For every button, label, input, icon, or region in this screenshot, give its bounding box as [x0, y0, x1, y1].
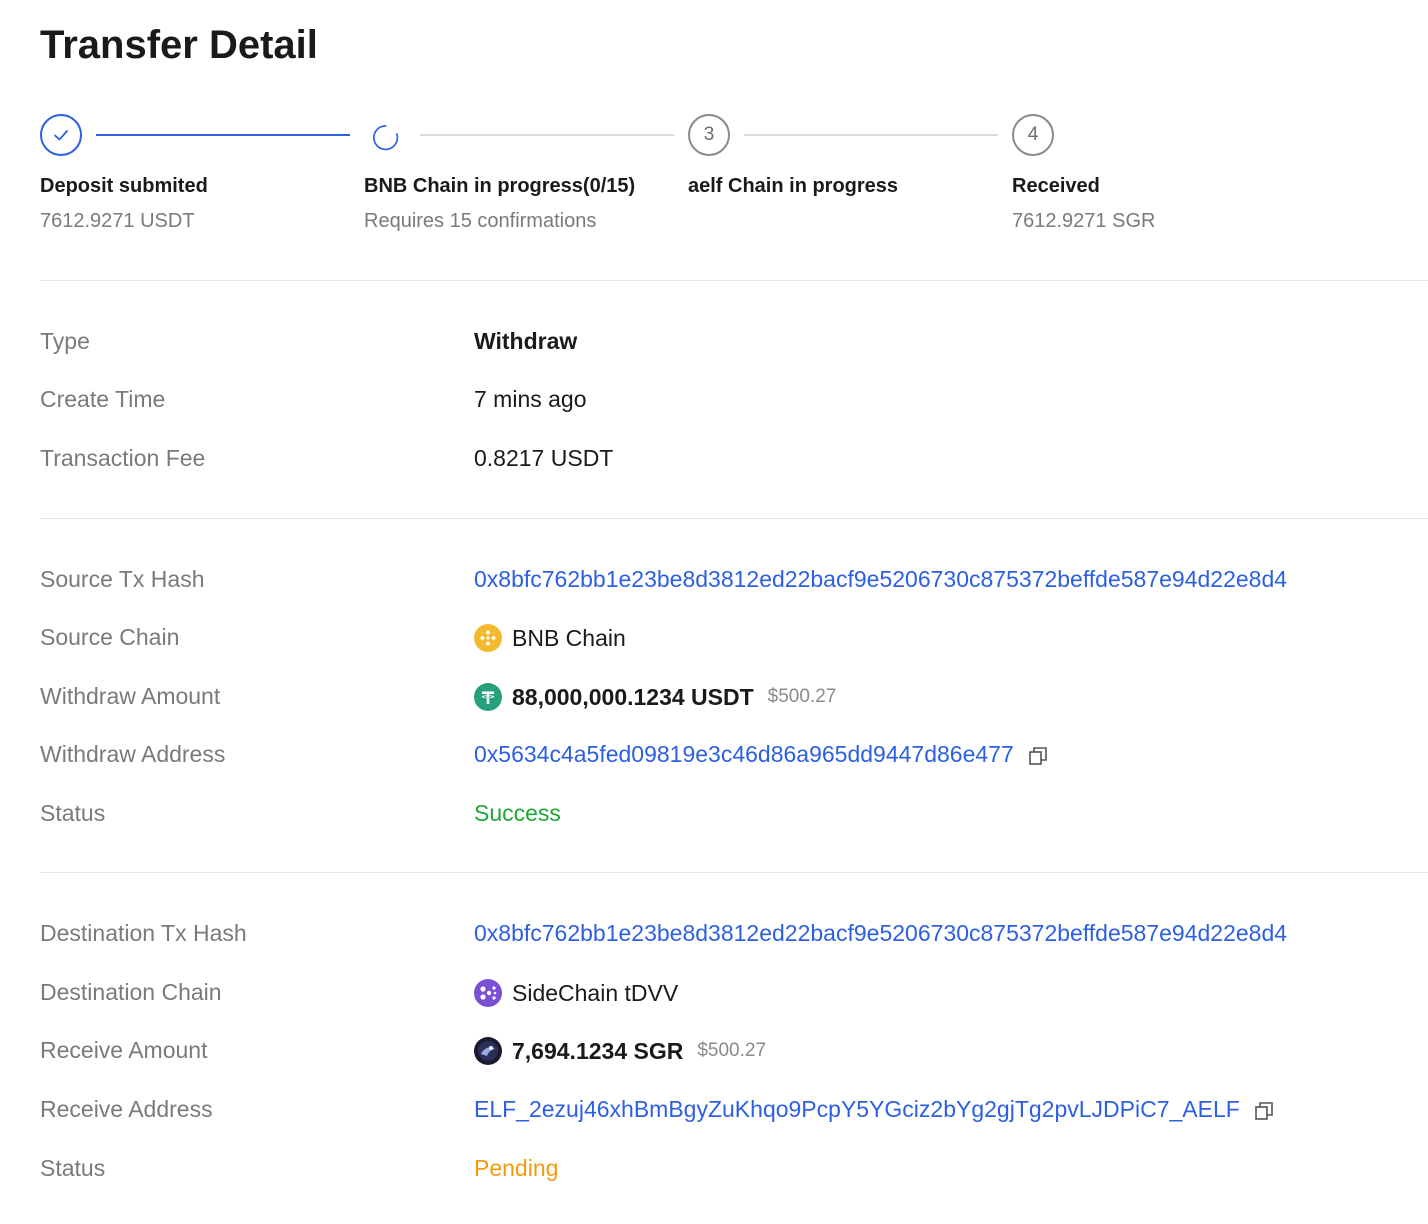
receive-amount: 7,694.1234 SGR — [512, 1037, 684, 1064]
usdt-token-icon — [474, 683, 502, 711]
destination-status-value: Pending — [474, 1155, 559, 1181]
withdraw-amount: 88,000,000.1234 USDT — [512, 683, 754, 710]
withdraw-address-link[interactable]: 0x5634c4a5fed09819e3c46d86a965dd9447d86e… — [474, 741, 1014, 768]
destination-chain-name: SideChain tDVV — [512, 979, 679, 1006]
section-divider — [40, 518, 1428, 519]
destination-tx-hash-row: Destination Tx Hash 0x8bfc762bb1e23be8d3… — [40, 914, 1428, 954]
copy-icon[interactable] — [1028, 745, 1048, 765]
source-status-label: Status — [40, 800, 106, 826]
step-connector — [744, 134, 998, 136]
receive-amount-label: Receive Amount — [40, 1037, 208, 1063]
step-subtitle: Requires 15 confirmations — [364, 210, 597, 232]
withdraw-amount-usd: $500.27 — [767, 686, 837, 707]
source-tx-hash-label: Source Tx Hash — [40, 566, 205, 592]
section-divider — [40, 872, 1428, 873]
step-connector — [420, 134, 674, 136]
create-time-value: 7 mins ago — [474, 386, 587, 412]
transaction-fee-value: 0.8217 USDT — [474, 445, 614, 471]
receive-address-value: ELF_2ezuj46xhBmBgyZuKhqo9PcpY5YGciz2bYg2… — [474, 1096, 1274, 1123]
source-status-value: Success — [474, 800, 561, 826]
progress-steps: Deposit submited 7612.9271 USDT BNB Chai… — [40, 114, 1428, 244]
destination-chain-value: SideChain tDVV — [474, 979, 678, 1007]
destination-chain-row: Destination Chain SideChain tDVV — [40, 973, 1428, 1013]
create-time-label: Create Time — [40, 386, 166, 412]
step-title: Received — [1012, 175, 1100, 197]
source-chain-name: BNB Chain — [512, 624, 626, 651]
withdraw-address-row: Withdraw Address 0x5634c4a5fed09819e3c46… — [40, 735, 1428, 775]
destination-status-label: Status — [40, 1155, 106, 1181]
section-divider — [40, 280, 1428, 281]
loading-spinner-icon — [364, 114, 406, 156]
type-label: Type — [40, 328, 90, 354]
receive-address-row: Receive Address ELF_2ezuj46xhBmBgyZuKhqo… — [40, 1090, 1428, 1130]
receive-amount-usd: $500.27 — [697, 1040, 767, 1061]
destination-status-row: Status Pending — [40, 1149, 1428, 1189]
step-title: BNB Chain in progress(0/15) — [364, 175, 636, 197]
source-tx-hash-row: Source Tx Hash 0x8bfc762bb1e23be8d3812ed… — [40, 560, 1428, 600]
step-title: aelf Chain in progress — [688, 175, 899, 197]
withdraw-amount-row: Withdraw Amount 88,000,000.1234 USDT $50… — [40, 677, 1428, 717]
receive-address-label: Receive Address — [40, 1096, 213, 1122]
source-tx-hash-link[interactable]: 0x8bfc762bb1e23be8d3812ed22bacf9e5206730… — [474, 566, 1287, 593]
receive-amount-row: Receive Amount 7,694.1234 SGR $500.27 — [40, 1031, 1428, 1071]
destination-chain-label: Destination Chain — [40, 979, 222, 1005]
source-chain-value: BNB Chain — [474, 624, 626, 652]
withdraw-address-label: Withdraw Address — [40, 741, 226, 767]
withdraw-address-value: 0x5634c4a5fed09819e3c46d86a965dd9447d86e… — [474, 741, 1048, 768]
destination-tx-hash-link[interactable]: 0x8bfc762bb1e23be8d3812ed22bacf9e5206730… — [474, 920, 1287, 947]
check-icon — [40, 114, 82, 156]
source-chain-row: Source Chain BNB Chain — [40, 618, 1428, 658]
sgr-token-icon — [474, 1037, 502, 1065]
type-value: Withdraw — [474, 328, 578, 354]
receive-address-link[interactable]: ELF_2ezuj46xhBmBgyZuKhqo9PcpY5YGciz2bYg2… — [474, 1096, 1240, 1123]
step-subtitle: 7612.9271 USDT — [40, 210, 195, 232]
create-time-row: Create Time 7 mins ago — [40, 380, 1428, 420]
type-row: Type Withdraw — [40, 322, 1428, 362]
source-status-row: Status Success — [40, 794, 1428, 834]
bnb-chain-icon — [474, 624, 502, 652]
destination-tx-hash-label: Destination Tx Hash — [40, 920, 247, 946]
transaction-fee-row: Transaction Fee 0.8217 USDT — [40, 439, 1428, 479]
receive-amount-value: 7,694.1234 SGR $500.27 — [474, 1037, 766, 1065]
page-title: Transfer Detail — [40, 23, 318, 67]
aelf-sidechain-icon — [474, 979, 502, 1007]
step-connector — [96, 134, 350, 136]
source-chain-label: Source Chain — [40, 624, 180, 650]
withdraw-amount-label: Withdraw Amount — [40, 683, 221, 709]
withdraw-amount-value: 88,000,000.1234 USDT $500.27 — [474, 683, 836, 711]
step-number: 4 — [1012, 114, 1054, 156]
step-number: 3 — [688, 114, 730, 156]
transaction-fee-label: Transaction Fee — [40, 445, 206, 471]
copy-icon[interactable] — [1254, 1100, 1274, 1120]
step-title: Deposit submited — [40, 175, 208, 197]
step-subtitle: 7612.9271 SGR — [1012, 210, 1156, 232]
